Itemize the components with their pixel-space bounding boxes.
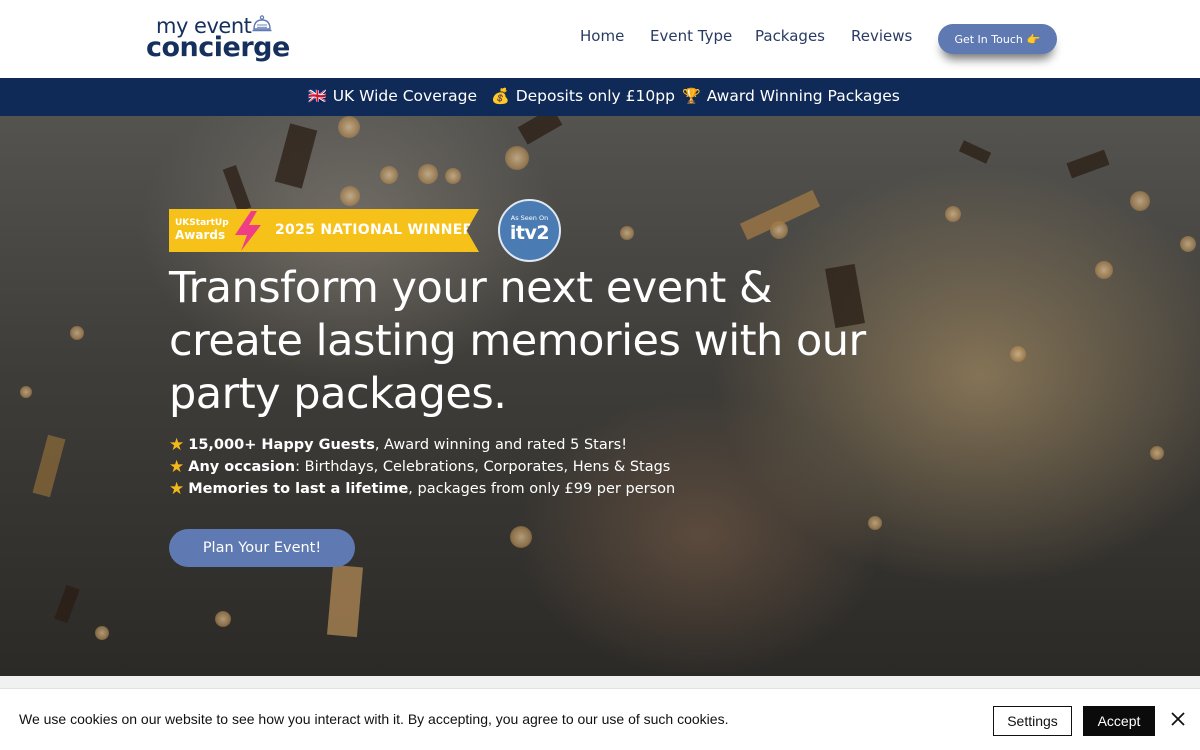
banner-item-coverage: 🇬🇧 UK Wide Coverage — [308, 87, 477, 105]
close-icon[interactable] — [1168, 709, 1188, 729]
hero-section: UKStartUp Awards 2025 NATIONAL WINNER As… — [0, 116, 1200, 676]
itv-logo: itv2 — [509, 222, 550, 244]
trophy-icon: 🏆 — [682, 87, 701, 105]
itv-badge: As Seen On itv2 — [498, 199, 561, 262]
plan-your-event-button[interactable]: Plan Your Event! — [169, 529, 355, 567]
get-in-touch-label: Get In Touch — [954, 32, 1023, 46]
list-item: ★ Any occasion: Birthdays, Celebrations,… — [169, 457, 671, 477]
nav-home[interactable]: Home — [580, 27, 624, 45]
lightning-bolt-icon — [235, 211, 261, 251]
list-item: ★ Memories to last a lifetime, packages … — [169, 479, 676, 499]
nav-packages[interactable]: Packages — [755, 27, 825, 45]
award-badge: UKStartUp Awards 2025 NATIONAL WINNER — [169, 209, 479, 252]
star-icon: ★ — [169, 457, 185, 477]
hero-headline: Transform your next event & create lasti… — [169, 263, 866, 419]
info-banner: 🇬🇧 UK Wide Coverage 💰 Deposits only £10p… — [0, 78, 1200, 116]
hero-bullet-list: ★ 15,000+ Happy Guests, Award winning an… — [169, 434, 869, 500]
award-title: 2025 NATIONAL WINNER — [275, 222, 474, 238]
cookie-consent-bar: We use cookies on our website to see how… — [0, 688, 1200, 750]
pointing-hand-icon: 👉 — [1026, 32, 1041, 46]
banner-item-label: UK Wide Coverage — [332, 87, 477, 105]
cookie-accept-button[interactable]: Accept — [1083, 706, 1155, 736]
nav-event-type[interactable]: Event Type — [650, 27, 732, 45]
cookie-settings-button[interactable]: Settings — [993, 706, 1072, 736]
cookie-bar-separator — [0, 676, 1200, 688]
nav-reviews[interactable]: Reviews — [851, 27, 912, 45]
money-bag-icon: 💰 — [491, 87, 510, 105]
banner-item-deposits: 💰 Deposits only £10pp — [491, 87, 675, 105]
site-header: my event concierge Home Event Type Packa… — [0, 0, 1200, 78]
cookie-message: We use cookies on our website to see how… — [19, 711, 729, 727]
list-item: ★ 15,000+ Happy Guests, Award winning an… — [169, 435, 628, 455]
get-in-touch-button[interactable]: Get In Touch 👉 — [938, 24, 1057, 54]
banner-item-label: Award Winning Packages — [706, 87, 900, 105]
banner-item-label: Deposits only £10pp — [515, 87, 675, 105]
banner-item-awards: 🏆 Award Winning Packages — [682, 87, 900, 105]
star-icon: ★ — [169, 479, 185, 499]
itv-badge-caption: As Seen On — [510, 214, 549, 222]
star-icon: ★ — [169, 435, 185, 455]
award-org-logo: UKStartUp Awards — [175, 218, 229, 242]
uk-flag-icon: 🇬🇧 — [308, 87, 327, 105]
